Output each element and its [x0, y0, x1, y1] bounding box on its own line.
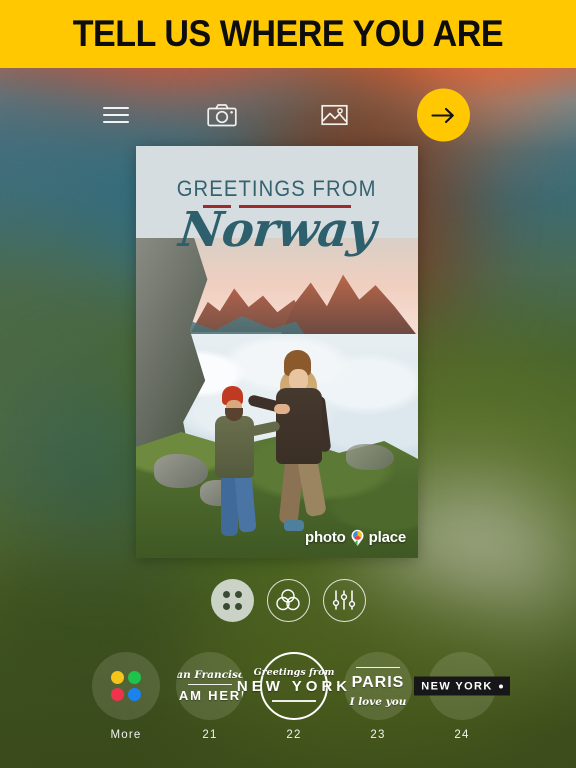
postcard-place-name: Norway [176, 202, 378, 258]
template-line-2: NEW YORK [236, 678, 352, 696]
color-dots-icon [111, 671, 141, 701]
grid-dots-icon [222, 590, 242, 610]
top-toolbar [0, 68, 576, 162]
page-title: TELL US WHERE YOU ARE [72, 13, 504, 54]
template-line-1: Greetings from [253, 667, 335, 679]
more-thumbnail [92, 652, 160, 720]
postcard-preview[interactable]: GREETINGS FROM Norway photo place [136, 146, 418, 558]
filter-item-more[interactable]: More [84, 652, 168, 741]
postcard-greeting-text: GREETINGS FROM [177, 176, 377, 201]
watermark-brand-first: photo [304, 529, 346, 546]
postcard-photo: photo place [136, 238, 418, 558]
filter-item-24[interactable]: NEW YORK 24 [414, 652, 510, 741]
photoplace-logo-icon [351, 529, 364, 546]
arrow-right-icon [431, 107, 454, 123]
color-circles-icon [276, 589, 300, 611]
edit-tool-buttons [0, 575, 576, 625]
template-rule [272, 700, 316, 702]
template-line-1: San Francisco [176, 668, 244, 681]
photo-rock [154, 454, 208, 488]
photo-hiker-woman [276, 388, 322, 464]
camera-button[interactable] [200, 93, 244, 137]
headline-banner: TELL US WHERE YOU ARE [0, 0, 576, 68]
hamburger-icon [103, 102, 129, 128]
template-thumbnail-21: San Francisco I AM HERE [176, 652, 244, 720]
menu-button[interactable] [94, 93, 138, 137]
template-thumbnail-24: NEW YORK [414, 652, 510, 720]
next-button[interactable] [417, 88, 470, 142]
template-line-2: I AM HERE [176, 688, 244, 704]
template-rule [188, 683, 232, 686]
template-line-1: PARIS [351, 674, 405, 692]
photoplace-watermark: photo place [305, 529, 406, 546]
template-badge-text: NEW YORK [421, 680, 493, 692]
sliders-icon [332, 590, 356, 610]
photo-rock [346, 444, 394, 470]
camera-icon [207, 104, 237, 127]
filter-label: More [110, 729, 142, 741]
filter-item-22[interactable]: Greetings from NEW YORK 22 [237, 652, 347, 741]
watermark-brand-second: place [368, 529, 407, 546]
adjust-button[interactable] [322, 578, 366, 622]
template-thumbnail-22-selected: Greetings from NEW YORK [237, 652, 347, 720]
filter-label: 24 [454, 729, 470, 741]
filters-button[interactable] [266, 578, 310, 622]
photo-hiker-woman [284, 520, 304, 531]
gallery-button[interactable] [312, 93, 356, 137]
badge-dot-icon [498, 684, 503, 688]
postcard-title-block: GREETINGS FROM Norway [136, 176, 418, 258]
template-filter-strip[interactable]: More San Francisco I AM HERE 21 Greeting… [0, 652, 576, 760]
filter-item-21[interactable]: San Francisco I AM HERE 21 [168, 652, 252, 741]
filter-label: 21 [202, 729, 218, 741]
template-line-2: I love you [349, 696, 407, 709]
filter-label: 23 [370, 729, 386, 741]
filter-label: 22 [286, 729, 302, 741]
template-badge: NEW YORK [414, 676, 510, 696]
image-icon [320, 104, 348, 126]
layouts-button[interactable] [210, 578, 254, 622]
template-thumbnail-23: PARIS I love you [344, 652, 412, 720]
filter-item-23[interactable]: PARIS I love you 23 [336, 652, 420, 741]
photo-held-hands [274, 404, 290, 414]
template-rule [356, 666, 400, 669]
photo-hiker-man [215, 416, 254, 478]
